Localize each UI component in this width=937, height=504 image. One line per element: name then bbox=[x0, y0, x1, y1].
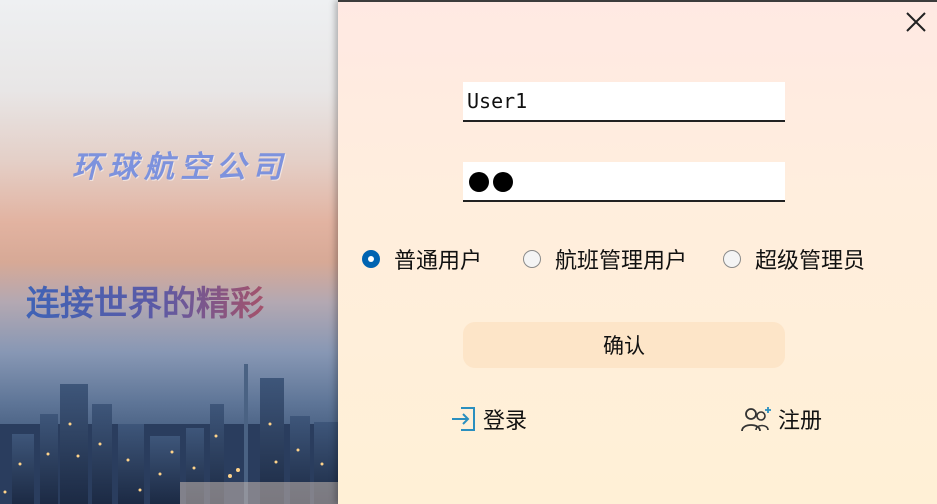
close-button[interactable] bbox=[904, 10, 928, 34]
title-bar-border bbox=[338, 0, 937, 2]
slogan: 连接世界的精彩 bbox=[26, 276, 264, 325]
radio-super-admin[interactable]: 超级管理员 bbox=[723, 246, 866, 274]
radio-indicator bbox=[362, 250, 380, 268]
password-dot bbox=[493, 172, 513, 192]
add-user-icon bbox=[741, 407, 771, 432]
login-link[interactable]: 登录 bbox=[449, 402, 527, 436]
company-name: 环球航空公司 bbox=[72, 150, 288, 185]
radio-flight-admin[interactable]: 航班管理用户 bbox=[523, 246, 688, 274]
radio-normal-user[interactable]: 普通用户 bbox=[362, 246, 483, 274]
password-mask bbox=[469, 172, 513, 192]
password-field[interactable] bbox=[463, 162, 785, 202]
radio-label: 普通用户 bbox=[394, 249, 483, 274]
login-label: 登录 bbox=[483, 409, 528, 434]
register-label: 注册 bbox=[778, 409, 823, 434]
username-input[interactable] bbox=[463, 82, 777, 120]
register-link[interactable]: 注册 bbox=[740, 402, 822, 436]
close-icon bbox=[906, 12, 926, 32]
hero-panel: 环球航空公司 连接世界的精彩 bbox=[0, 0, 338, 504]
city-skyline-image bbox=[0, 364, 338, 504]
radio-indicator bbox=[723, 250, 741, 268]
username-field-container bbox=[463, 82, 785, 122]
radio-label: 超级管理员 bbox=[755, 249, 866, 274]
radio-label: 航班管理用户 bbox=[555, 249, 688, 274]
password-dot bbox=[469, 172, 489, 192]
login-icon bbox=[452, 407, 475, 431]
confirm-button[interactable]: 确认 bbox=[463, 322, 785, 368]
radio-indicator bbox=[523, 250, 541, 268]
